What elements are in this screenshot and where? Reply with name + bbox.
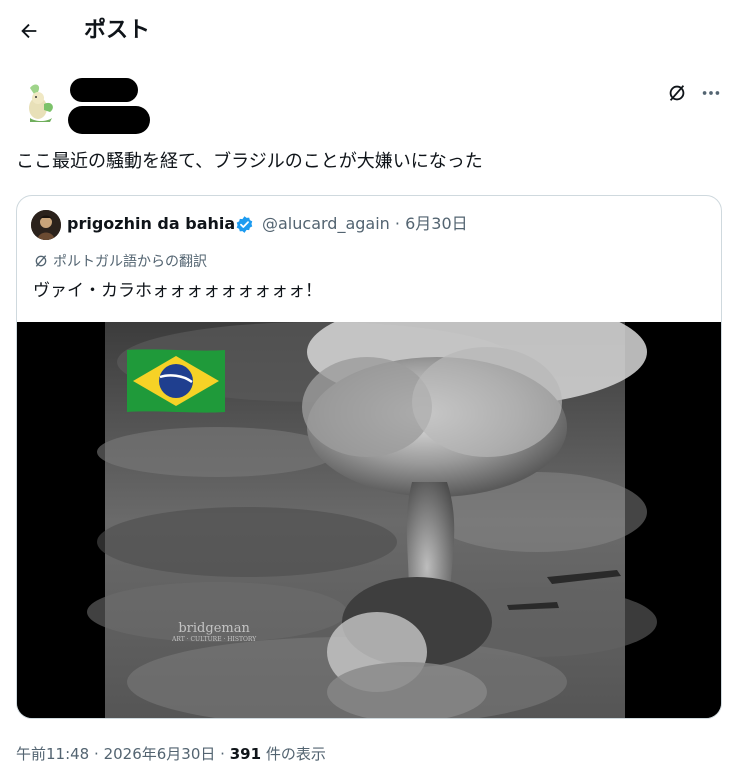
separator: · (394, 214, 400, 233)
translation-label[interactable]: ポルトガル語からの翻訳 (33, 250, 207, 272)
media-image[interactable]: bridgeman ART · CULTURE · HISTORY (17, 322, 721, 718)
more-button[interactable] (697, 80, 725, 106)
verified-badge-icon (236, 216, 253, 233)
quote-date[interactable]: 6月30日 (405, 214, 468, 233)
quote-handle: @alucard_again (262, 214, 390, 233)
translate-button[interactable] (664, 80, 690, 106)
avatar[interactable] (16, 78, 64, 126)
watermark: bridgeman ART · CULTURE · HISTORY (172, 622, 256, 644)
post-text: ここ最近の騒動を経て、ブラジルのことが大嫌いになった (16, 151, 483, 172)
redacted-username (68, 106, 150, 134)
top-bar: ポスト (0, 0, 740, 62)
post-date[interactable]: 2026年6月30日 (104, 745, 216, 763)
quote-text: ヴァイ・カラホォォォォォォォォォ！ (33, 281, 322, 301)
page-title: ポスト (84, 18, 151, 43)
post-time[interactable]: 午前11:48 (16, 745, 89, 763)
translation-label-text: ポルトガル語からの翻訳 (53, 254, 207, 270)
quote-handle-date: @alucard_again · 6月30日 (262, 212, 468, 236)
more-icon (702, 91, 720, 95)
separator: · (94, 745, 99, 763)
back-button[interactable] (12, 14, 46, 48)
quote-avatar[interactable] (31, 210, 61, 240)
redacted-display-name (70, 78, 138, 102)
arrow-left-icon (21, 23, 37, 39)
translate-icon (669, 85, 685, 101)
brazil-flag (127, 349, 225, 413)
quoted-post[interactable]: prigozhin da bahia @alucard_again · 6月30… (16, 195, 722, 719)
view-label: 件の表示 (265, 745, 326, 763)
watermark-subtext: ART · CULTURE · HISTORY (172, 636, 257, 643)
quote-author-name[interactable]: prigozhin da bahia (67, 212, 235, 236)
view-count: 391 (229, 745, 262, 763)
watermark-text: bridgeman (178, 621, 250, 636)
separator: · (220, 745, 225, 763)
translate-icon (35, 255, 47, 267)
post-meta: 午前11:48 · 2026年6月30日 · 391 件の表示 (16, 742, 326, 766)
